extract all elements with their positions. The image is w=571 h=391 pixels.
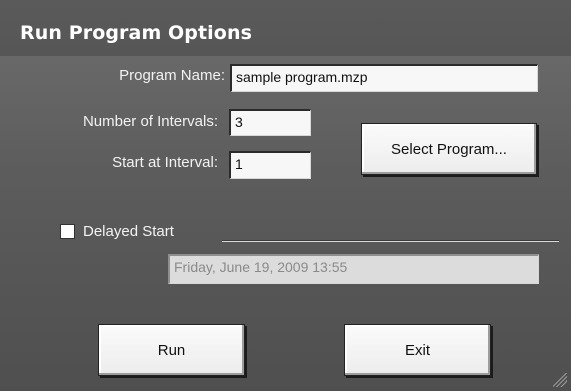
program-name-field[interactable]: sample program.mzp xyxy=(230,64,538,92)
start-at-interval-label: Start at Interval: xyxy=(112,154,218,171)
delayed-start-label: Delayed Start xyxy=(83,223,174,240)
number-of-intervals-label: Number of Intervals: xyxy=(82,113,218,130)
delayed-start-checkbox[interactable] xyxy=(60,224,75,239)
run-button[interactable]: Run xyxy=(98,324,245,376)
delayed-start-datetime-field[interactable]: Friday, June 19, 2009 13:55 xyxy=(168,254,539,284)
number-of-intervals-field[interactable]: 3 xyxy=(229,109,311,136)
resize-grip-icon[interactable] xyxy=(553,373,567,387)
title-bar: Run Program Options xyxy=(0,0,571,56)
select-program-button[interactable]: Select Program... xyxy=(361,123,537,175)
exit-button[interactable]: Exit xyxy=(344,324,491,376)
program-name-label: Program Name: xyxy=(119,67,225,84)
window-title: Run Program Options xyxy=(20,22,252,44)
delayed-start-divider xyxy=(222,240,559,242)
run-program-options-dialog: Run Program Options Program Name: sample… xyxy=(0,0,571,391)
start-at-interval-field[interactable]: 1 xyxy=(229,151,311,179)
